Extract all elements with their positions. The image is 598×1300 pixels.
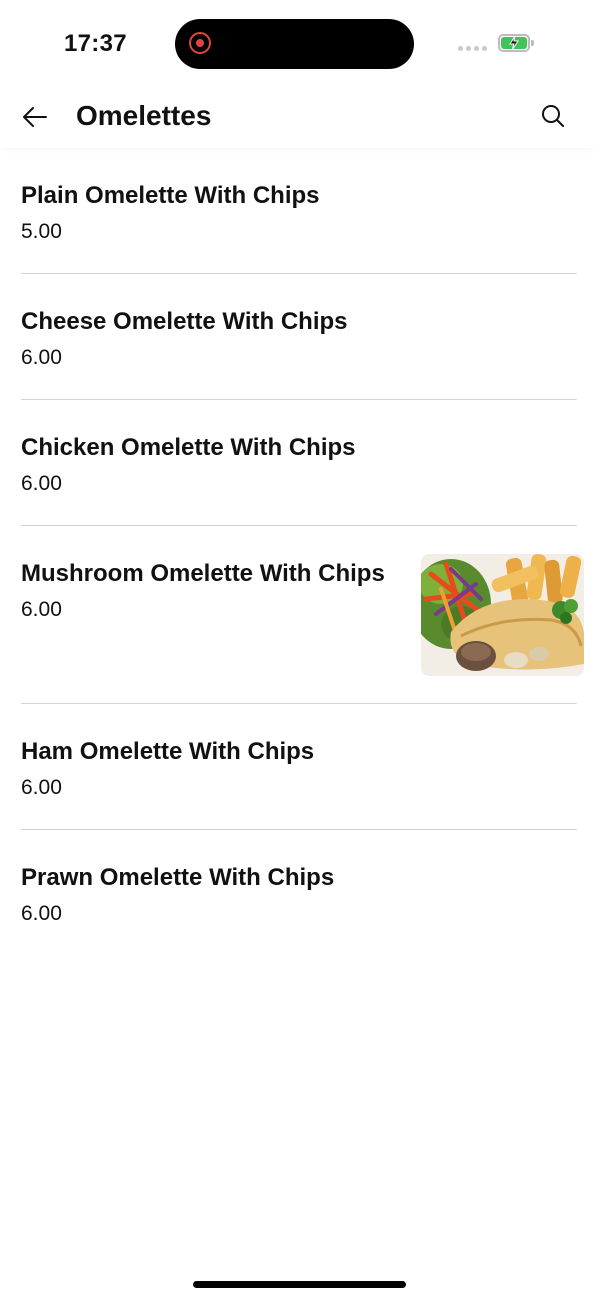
menu-item-name: Cheese Omelette With Chips <box>21 308 348 335</box>
menu-item-cheese-omelette[interactable]: Cheese Omelette With Chips 6.00 <box>0 274 598 400</box>
menu-item-prawn-omelette[interactable]: Prawn Omelette With Chips 6.00 <box>0 830 598 956</box>
menu-item-price: 5.00 <box>21 220 62 243</box>
menu-item-name: Chicken Omelette With Chips <box>21 434 356 461</box>
app-header: Omelettes <box>0 88 598 148</box>
battery-charging-icon <box>498 34 534 52</box>
menu-item-mushroom-omelette[interactable]: Mushroom Omelette With Chips 6.00 <box>0 526 598 704</box>
menu-item-price: 6.00 <box>21 902 62 925</box>
menu-item-price: 6.00 <box>21 776 62 799</box>
search-icon <box>542 105 564 127</box>
menu-item-chicken-omelette[interactable]: Chicken Omelette With Chips 6.00 <box>0 400 598 526</box>
menu-item-name: Mushroom Omelette With Chips <box>21 560 385 587</box>
menu-item-plain-omelette[interactable]: Plain Omelette With Chips 5.00 <box>0 148 598 274</box>
menu-item-name: Ham Omelette With Chips <box>21 738 315 765</box>
menu-item-price: 6.00 <box>21 598 62 621</box>
cellular-signal-icon <box>458 46 487 51</box>
arrow-left-icon <box>23 107 47 127</box>
menu-item-photo <box>421 554 584 676</box>
menu-item-ham-omelette[interactable]: Ham Omelette With Chips 6.00 <box>0 704 598 830</box>
menu-item-price: 6.00 <box>21 346 62 369</box>
back-button[interactable] <box>20 102 50 132</box>
page-title: Omelettes <box>76 100 212 131</box>
status-bar: 17:37 <box>0 0 598 88</box>
menu-item-price: 6.00 <box>21 472 62 495</box>
menu-list: Plain Omelette With Chips 5.00 Cheese Om… <box>0 148 598 956</box>
screen-recording-icon <box>189 32 211 54</box>
menu-item-name: Prawn Omelette With Chips <box>21 864 335 891</box>
search-button[interactable] <box>540 103 566 129</box>
dynamic-island <box>175 19 414 69</box>
menu-item-name: Plain Omelette With Chips <box>21 182 320 209</box>
home-indicator[interactable] <box>193 1281 406 1288</box>
status-time: 17:37 <box>64 30 127 57</box>
